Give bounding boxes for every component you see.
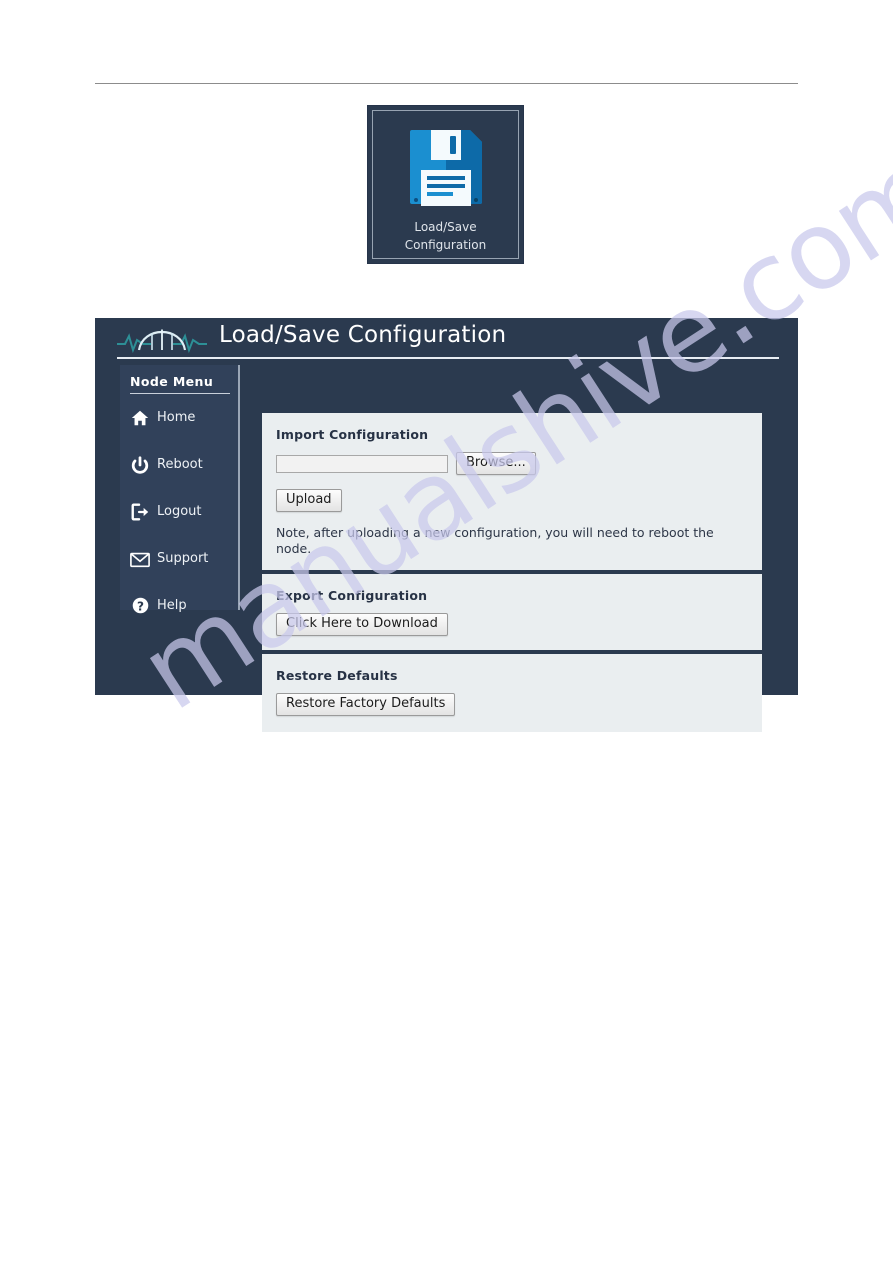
restore-panel-title: Restore Defaults xyxy=(276,668,398,683)
content-panels: Import Configuration Browse... Upload No… xyxy=(262,413,762,736)
sidebar-item-label: Support xyxy=(157,551,209,566)
sidebar-title: Node Menu xyxy=(130,374,214,389)
export-configuration-panel: Export Configuration Click Here to Downl… xyxy=(262,574,762,650)
sidebar-item-reboot[interactable]: Reboot xyxy=(120,448,238,481)
app-header: Load/Save Configuration xyxy=(95,318,798,360)
page-divider xyxy=(95,83,798,84)
sidebar-item-help[interactable]: ? Help xyxy=(120,589,238,622)
tile-label-line2: Configuration xyxy=(404,238,487,252)
load-save-configuration-tile[interactable]: Load/Save Configuration xyxy=(367,105,524,264)
sidebar-item-logout[interactable]: Logout xyxy=(120,495,238,528)
sidebar-item-label: Logout xyxy=(157,504,202,519)
export-panel-title: Export Configuration xyxy=(276,588,428,603)
import-configuration-panel: Import Configuration Browse... Upload No… xyxy=(262,413,762,570)
envelope-icon xyxy=(129,548,151,570)
restore-defaults-panel: Restore Defaults Restore Factory Default… xyxy=(262,654,762,732)
file-chooser-row: Browse... xyxy=(276,452,748,475)
node-menu-sidebar: Node Menu Home Reboot Logout Support ? H… xyxy=(120,365,240,614)
tile-label-line1: Load/Save xyxy=(414,220,477,234)
sidebar-item-label: Home xyxy=(157,410,196,425)
question-circle-icon: ? xyxy=(129,595,151,617)
browse-button[interactable]: Browse... xyxy=(456,452,536,475)
restore-factory-defaults-button[interactable]: Restore Factory Defaults xyxy=(276,693,456,716)
floppy-disk-icon xyxy=(407,126,485,206)
upload-row: Upload xyxy=(276,475,748,512)
sidebar-item-label: Reboot xyxy=(157,457,203,472)
page-title: Load/Save Configuration xyxy=(219,322,507,348)
sidebar-item-support[interactable]: Support xyxy=(120,542,238,575)
sidebar-item-label: Help xyxy=(157,598,187,613)
app-body: Node Menu Home Reboot Logout Support ? H… xyxy=(95,360,798,732)
header-underline xyxy=(117,357,779,359)
logout-arrow-icon xyxy=(129,501,151,523)
upload-button[interactable]: Upload xyxy=(276,489,342,512)
config-file-input[interactable] xyxy=(276,454,448,473)
import-panel-title: Import Configuration xyxy=(276,427,429,442)
node-web-ui: Load/Save Configuration Node Menu Home R… xyxy=(95,318,798,732)
sidebar-menu: Home Reboot Logout Support ? Help xyxy=(120,401,238,622)
bridge-waveform-logo xyxy=(117,320,207,358)
import-note: Note, after uploading a new configuratio… xyxy=(276,525,714,556)
sidebar-item-home[interactable]: Home xyxy=(120,401,238,434)
power-icon xyxy=(129,454,151,476)
sidebar-title-rule xyxy=(130,393,230,394)
svg-text:?: ? xyxy=(136,599,143,613)
download-config-button[interactable]: Click Here to Download xyxy=(276,613,448,636)
home-icon xyxy=(129,407,151,429)
tile-label: Load/Save Configuration xyxy=(368,218,523,254)
